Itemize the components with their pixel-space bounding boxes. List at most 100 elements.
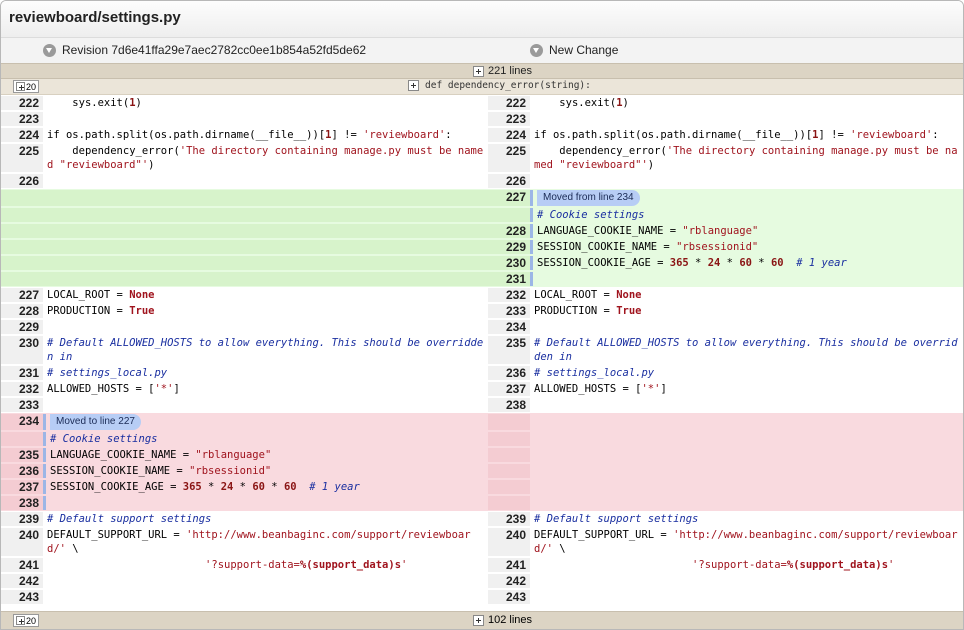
collapsed-lines-top[interactable]: 221 lines — [1, 63, 963, 79]
diff-row: 230 # Default ALLOWED_HOSTS to allow eve… — [1, 335, 963, 365]
download-icon[interactable] — [43, 43, 56, 57]
line-number: 238 — [488, 398, 530, 412]
collapsed-lines-bottom[interactable]: 20 102 lines — [1, 611, 963, 629]
line-number: 227 — [488, 190, 530, 206]
code-line: SESSION_COOKIE_NAME = "rbsessionid" — [43, 464, 488, 478]
line-number: 228 — [1, 304, 43, 318]
download-icon[interactable] — [530, 43, 543, 57]
line-number: 233 — [488, 304, 530, 318]
diff-row: 235 LANGUAGE_COOKIE_NAME = "rblanguage" — [1, 447, 963, 463]
moved-from-badge[interactable]: Moved from line 234 — [537, 190, 640, 206]
code-line: '?support-data=%(support_data)s' — [692, 559, 895, 571]
expand-top-control[interactable]: 221 lines — [473, 65, 532, 77]
code-line: # Cookie settings — [530, 208, 961, 222]
line-number: 232 — [488, 288, 530, 302]
chunk-header: 20 def dependency_error(string): — [1, 79, 963, 95]
diff-row: 225 dependency_error('The directory cont… — [1, 143, 963, 173]
line-number: 223 — [488, 112, 530, 126]
code-line: Moved to line 227 — [43, 414, 488, 430]
expand-icon[interactable] — [473, 65, 484, 77]
diff-row: 241 '?support-data=%(support_data)s' 241… — [1, 557, 963, 573]
line-number: 240 — [1, 528, 43, 556]
diff-row: 228 LANGUAGE_COOKIE_NAME = "rblanguage" — [1, 223, 963, 239]
diff-row: 239 # Default support settings 239 # Def… — [1, 511, 963, 527]
line-number: 225 — [488, 144, 530, 172]
diff-row: 224 if os.path.split(os.path.dirname(__f… — [1, 127, 963, 143]
line-number: 231 — [1, 366, 43, 380]
line-number: 235 — [488, 336, 530, 364]
code-line: LOCAL_ROOT = None — [534, 289, 642, 301]
code-line: sys.exit(1) — [534, 97, 629, 109]
diff-row: # Cookie settings — [1, 431, 963, 447]
diff-row: 232 ALLOWED_HOSTS = ['*'] 237 ALLOWED_HO… — [1, 381, 963, 397]
right-revision-label: New Change — [549, 43, 619, 57]
code-line: # Default ALLOWED_HOSTS to allow everyth… — [534, 337, 958, 363]
diff-row: 233 238 — [1, 397, 963, 413]
expand-bottom-control[interactable]: 102 lines — [473, 614, 532, 626]
line-number: 229 — [1, 320, 43, 334]
code-line: DEFAULT_SUPPORT_URL = 'http://www.beanba… — [47, 529, 471, 555]
line-number: 222 — [1, 96, 43, 110]
code-line: SESSION_COOKIE_AGE = 365 * 24 * 60 * 60 … — [530, 256, 961, 270]
diff-row: 229 SESSION_COOKIE_NAME = "rbsessionid" — [1, 239, 963, 255]
diff-row: 234 Moved to line 227 — [1, 413, 963, 431]
expand-icon[interactable] — [473, 614, 484, 626]
diff-row: 228 PRODUCTION = True 233 PRODUCTION = T… — [1, 303, 963, 319]
left-revision[interactable]: Revision 7d6e41ffa29e7aec2782cc0ee1b854a… — [43, 43, 366, 57]
diff-row: 227 LOCAL_ROOT = None 232 LOCAL_ROOT = N… — [1, 287, 963, 303]
expand-20-button[interactable]: 20 — [13, 614, 40, 627]
expand-icon[interactable] — [408, 80, 419, 91]
code-line — [43, 496, 488, 510]
code-line: PRODUCTION = True — [534, 305, 642, 317]
deleted-chunk: 234 Moved to line 227 # Cookie settings … — [1, 413, 963, 511]
diff-row: 242 242 — [1, 573, 963, 589]
diff-row: 223 223 — [1, 111, 963, 127]
line-number: 237 — [1, 480, 43, 494]
code-line: PRODUCTION = True — [47, 305, 155, 317]
line-number: 235 — [1, 448, 43, 462]
line-number: 225 — [1, 144, 43, 172]
expand-icon — [16, 82, 25, 91]
diff-row: 222 sys.exit(1) 222 sys.exit(1) — [1, 95, 963, 111]
code-line: # Default support settings — [47, 513, 212, 525]
code-line: dependency_error('The directory containi… — [534, 145, 958, 171]
line-number: 223 — [1, 112, 43, 126]
line-number: 236 — [488, 366, 530, 380]
line-number: 236 — [1, 464, 43, 478]
line-number: 231 — [488, 272, 530, 286]
line-number: 226 — [488, 174, 530, 188]
diff-row: 238 — [1, 495, 963, 511]
moved-to-badge[interactable]: Moved to line 227 — [50, 414, 141, 430]
code-line: # settings_local.py — [534, 367, 655, 379]
code-line: # Cookie settings — [43, 432, 488, 446]
code-line: # Default ALLOWED_HOSTS to allow everyth… — [47, 337, 484, 363]
code-line: dependency_error('The directory containi… — [47, 145, 484, 171]
diff-row: 230 SESSION_COOKIE_AGE = 365 * 24 * 60 *… — [1, 255, 963, 271]
line-number: 234 — [1, 414, 43, 430]
line-number: 239 — [488, 512, 530, 526]
diff-row: 240 DEFAULT_SUPPORT_URL = 'http://www.be… — [1, 527, 963, 557]
code-line: sys.exit(1) — [47, 97, 142, 109]
line-number: 243 — [488, 590, 530, 604]
function-header[interactable]: def dependency_error(string): — [408, 80, 591, 91]
diff-row: 231 — [1, 271, 963, 287]
code-line: ALLOWED_HOSTS = ['*'] — [47, 383, 180, 395]
expand-icon — [16, 616, 25, 625]
diff-row: 226 226 — [1, 173, 963, 189]
line-number: 233 — [1, 398, 43, 412]
inserted-chunk: 227 Moved from line 234 # Cookie setting… — [1, 189, 963, 287]
expand-20-button[interactable]: 20 — [13, 80, 40, 93]
line-number: 232 — [1, 382, 43, 396]
line-number: 242 — [1, 574, 43, 588]
right-revision[interactable]: New Change — [530, 43, 618, 57]
line-number: 222 — [488, 96, 530, 110]
